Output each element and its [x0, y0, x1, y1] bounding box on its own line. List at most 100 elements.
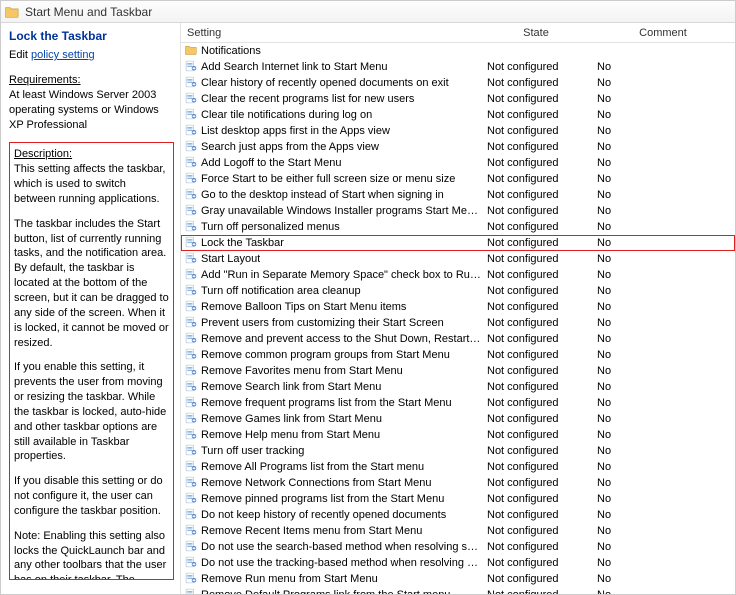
policy-comment: No: [591, 477, 735, 489]
policy-state: Not configured: [481, 93, 591, 105]
policy-row[interactable]: Remove Favorites menu from Start MenuNot…: [181, 363, 735, 379]
policy-item-icon: [185, 156, 201, 171]
policy-item-icon: [185, 508, 201, 523]
description-p4: If you disable this setting or do not co…: [14, 474, 169, 519]
policy-item-icon: [185, 300, 201, 315]
policy-comment: No: [591, 221, 735, 233]
policy-row[interactable]: Start LayoutNot configuredNo: [181, 251, 735, 267]
policy-item-icon: [185, 76, 201, 91]
policy-label: Prevent users from customizing their Sta…: [201, 317, 444, 329]
policy-state: Not configured: [481, 525, 591, 537]
column-header-comment[interactable]: Comment: [591, 27, 735, 39]
policy-row[interactable]: Do not use the tracking-based method whe…: [181, 555, 735, 571]
policy-comment: No: [591, 429, 735, 441]
policy-row[interactable]: Remove Network Connections from Start Me…: [181, 475, 735, 491]
policy-row[interactable]: Clear tile notifications during log onNo…: [181, 107, 735, 123]
policy-row[interactable]: Add "Run in Separate Memory Space" check…: [181, 267, 735, 283]
folder-icon: [185, 44, 201, 59]
policy-state: Not configured: [481, 125, 591, 137]
policy-comment: No: [591, 333, 735, 345]
column-header-state[interactable]: State: [481, 27, 591, 39]
policy-label: Gray unavailable Windows Installer progr…: [201, 205, 481, 217]
policy-comment: No: [591, 61, 735, 73]
policy-comment: No: [591, 93, 735, 105]
policy-label: Lock the Taskbar: [201, 237, 284, 249]
policy-state: Not configured: [481, 285, 591, 297]
policy-row[interactable]: Gray unavailable Windows Installer progr…: [181, 203, 735, 219]
policy-row[interactable]: Force Start to be either full screen siz…: [181, 171, 735, 187]
policy-label: Do not use the tracking-based method whe…: [201, 557, 481, 569]
policy-row[interactable]: Turn off notification area cleanup Not co…: [181, 283, 735, 299]
description-p3: If you enable this setting, it prevents …: [14, 360, 169, 464]
policy-label: Remove Favorites menu from Start Menu: [201, 365, 403, 377]
policy-label: Do not use the search-based method when …: [201, 541, 481, 553]
policy-label: Remove Default Programs link from the St…: [201, 589, 453, 594]
policy-row[interactable]: Do not keep history of recently opened d…: [181, 507, 735, 523]
policy-item-icon: [185, 60, 201, 75]
policy-label: Remove Network Connections from Start Me…: [201, 477, 431, 489]
policy-item-icon: [185, 108, 201, 123]
policy-state: Not configured: [481, 77, 591, 89]
policy-row[interactable]: Notifications: [181, 43, 735, 59]
policy-row[interactable]: Remove Recent Items menu from Start Menu…: [181, 523, 735, 539]
column-header-setting[interactable]: Setting: [181, 27, 481, 39]
policy-row[interactable]: Prevent users from customizing their Sta…: [181, 315, 735, 331]
description-label: Description:: [14, 148, 72, 160]
window-title: Start Menu and Taskbar: [25, 5, 152, 19]
policy-row[interactable]: Turn off personalized menusNot configure…: [181, 219, 735, 235]
policy-row[interactable]: Add Logoff to the Start MenuNot configur…: [181, 155, 735, 171]
policy-row[interactable]: Clear history of recently opened documen…: [181, 75, 735, 91]
policy-row-selected[interactable]: Lock the TaskbarNot configuredNo: [181, 235, 735, 251]
policy-row[interactable]: Remove Games link from Start MenuNot con…: [181, 411, 735, 427]
policy-comment: No: [591, 125, 735, 137]
policy-row[interactable]: Remove and prevent access to the Shut Do…: [181, 331, 735, 347]
policy-label: Clear history of recently opened documen…: [201, 77, 449, 89]
edit-policy-link[interactable]: policy setting: [31, 49, 95, 61]
policy-comment: No: [591, 237, 735, 249]
policy-comment: No: [591, 317, 735, 329]
policy-state: Not configured: [481, 461, 591, 473]
policy-row[interactable]: Remove Balloon Tips on Start Menu itemsN…: [181, 299, 735, 315]
policy-item-icon: [185, 188, 201, 203]
policy-row[interactable]: Remove Help menu from Start MenuNot conf…: [181, 427, 735, 443]
policy-item-icon: [185, 476, 201, 491]
policy-label: Turn off user tracking: [201, 445, 304, 457]
policy-row[interactable]: List desktop apps first in the Apps view…: [181, 123, 735, 139]
policy-row[interactable]: Go to the desktop instead of Start when …: [181, 187, 735, 203]
policy-item-icon: [185, 316, 201, 331]
policy-row[interactable]: Remove Search link from Start MenuNot co…: [181, 379, 735, 395]
policy-row[interactable]: Remove pinned programs list from the Sta…: [181, 491, 735, 507]
policy-row[interactable]: Turn off user trackingNot configuredNo: [181, 443, 735, 459]
policy-comment: No: [591, 509, 735, 521]
policy-state: Not configured: [481, 445, 591, 457]
policy-item-icon: [185, 444, 201, 459]
policy-comment: No: [591, 589, 735, 594]
policy-comment: No: [591, 157, 735, 169]
policy-row[interactable]: Remove All Programs list from the Start …: [181, 459, 735, 475]
policy-row[interactable]: Remove common program groups from Start …: [181, 347, 735, 363]
policy-label: Remove Search link from Start Menu: [201, 381, 381, 393]
policy-row[interactable]: Remove Run menu from Start MenuNot confi…: [181, 571, 735, 587]
policy-row[interactable]: Remove Default Programs link from the St…: [181, 587, 735, 594]
policy-row[interactable]: Clear the recent programs list for new u…: [181, 91, 735, 107]
policy-row[interactable]: Remove frequent programs list from the S…: [181, 395, 735, 411]
policy-comment: No: [591, 573, 735, 585]
policy-item-icon: [185, 284, 201, 299]
policy-row[interactable]: Do not use the search-based method when …: [181, 539, 735, 555]
policy-state: Not configured: [481, 589, 591, 594]
policy-comment: No: [591, 205, 735, 217]
policy-comment: No: [591, 173, 735, 185]
policy-row[interactable]: Add Search Internet link to Start Menu No…: [181, 59, 735, 75]
policy-item-icon: [185, 364, 201, 379]
policy-label: Add Search Internet link to Start Menu: [201, 61, 388, 73]
policy-state: Not configured: [481, 157, 591, 169]
description-p1: This setting affects the taskbar, which …: [14, 163, 165, 205]
policy-row[interactable]: Search just apps from the Apps viewNot c…: [181, 139, 735, 155]
policy-list[interactable]: NotificationsAdd Search Internet link to…: [181, 43, 735, 594]
policy-comment: No: [591, 525, 735, 537]
policy-label: Go to the desktop instead of Start when …: [201, 189, 444, 201]
policy-label: Remove Run menu from Start Menu: [201, 573, 378, 585]
policy-comment: No: [591, 349, 735, 361]
policy-label: Turn off notification area cleanup: [201, 285, 361, 297]
policy-item-icon: [185, 492, 201, 507]
